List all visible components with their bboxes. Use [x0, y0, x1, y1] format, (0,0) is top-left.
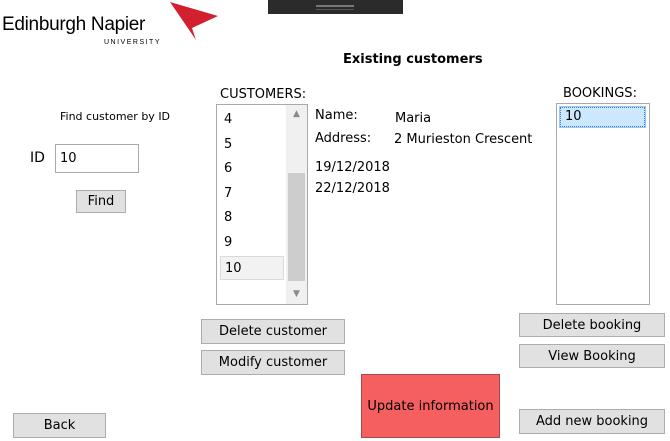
address-label: Address: — [315, 131, 372, 146]
booking-list-item-selected[interactable]: 10 — [559, 106, 646, 128]
update-information-button[interactable]: Update information — [361, 374, 500, 438]
customer-list-item[interactable]: 8 — [220, 206, 284, 230]
delete-customer-button[interactable]: Delete customer — [201, 319, 345, 344]
delete-booking-button[interactable]: Delete booking — [519, 313, 665, 337]
customers-scrollbar[interactable]: ▲ ▼ — [286, 105, 307, 304]
id-label: ID — [30, 150, 45, 166]
customers-listbox[interactable]: 4 5 6 7 8 9 10 ▲ ▼ — [216, 104, 308, 305]
scroll-down-icon[interactable]: ▼ — [288, 289, 305, 299]
bookings-label: BOOKINGS: — [563, 86, 637, 101]
booking-date: 22/12/2018 — [315, 181, 390, 196]
id-input[interactable] — [55, 144, 139, 173]
window-drag-bar[interactable] — [268, 0, 403, 14]
back-button[interactable]: Back — [13, 413, 106, 438]
customers-scroll-thumb[interactable] — [288, 173, 305, 281]
scroll-up-icon[interactable]: ▲ — [288, 109, 305, 119]
view-booking-button[interactable]: View Booking — [519, 344, 665, 368]
name-value: Maria — [395, 111, 432, 126]
logo-subtitle: UNIVERSITY — [104, 39, 162, 46]
booking-date: 19/12/2018 — [315, 160, 390, 175]
page-title: Existing customers — [343, 52, 483, 67]
logo-mark-icon — [170, 2, 218, 40]
find-heading: Find customer by ID — [60, 110, 171, 123]
drag-grip-icon-lower — [316, 9, 354, 10]
customer-list-item[interactable]: 5 — [220, 133, 284, 157]
drag-grip-icon — [316, 5, 354, 7]
logo-wordmark: Edinburgh Napier — [2, 14, 146, 35]
customer-list-item-selected[interactable]: 10 — [220, 256, 284, 280]
customer-list-item[interactable]: 6 — [220, 157, 284, 181]
name-label: Name: — [315, 108, 358, 123]
customers-label: CUSTOMERS: — [220, 87, 307, 102]
bookings-listbox[interactable]: 10 — [556, 103, 650, 305]
address-value: 2 Murieston Crescent — [394, 132, 533, 147]
modify-customer-button[interactable]: Modify customer — [201, 350, 345, 375]
add-new-booking-button[interactable]: Add new booking — [519, 409, 665, 434]
customer-list-item[interactable]: 7 — [220, 182, 284, 206]
find-button[interactable]: Find — [76, 190, 126, 213]
customer-list-item[interactable]: 4 — [220, 108, 284, 132]
customer-list-item[interactable]: 9 — [220, 231, 284, 255]
